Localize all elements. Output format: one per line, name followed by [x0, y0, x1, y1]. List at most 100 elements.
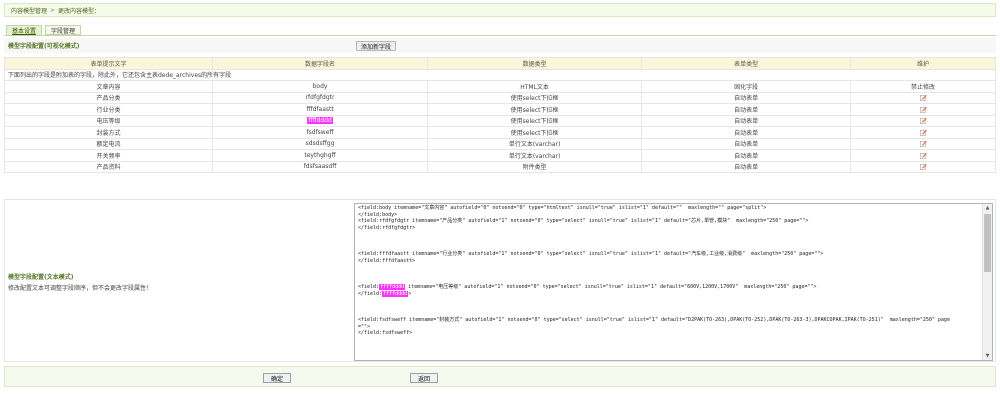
table-row: 产品分类 rfdfgfdgtr 使用select下拉框 自动表单	[3, 91, 996, 104]
edit-icon[interactable]	[919, 129, 927, 136]
cell-no-edit: 禁止修改	[850, 80, 996, 93]
edit-icon[interactable]	[919, 117, 927, 125]
edit-icon[interactable]	[919, 152, 927, 159]
column-header-label: 表单提示文字	[3, 57, 214, 70]
cell-datatype: 单行文本(varchar)	[426, 137, 643, 150]
highlighted-field-name: ffffdddd	[379, 284, 406, 291]
cell-formtype: 自动表单	[641, 149, 852, 162]
breadcrumb-link-model-manage[interactable]: 内容模型管理	[11, 6, 47, 15]
code-line: </field:ffffdddd>	[358, 290, 979, 298]
cell-label: 封装方式	[3, 126, 214, 139]
cell-field: fsdfsweff	[212, 126, 428, 139]
breadcrumb-current: 更改内容模型：	[58, 7, 101, 15]
cell-datatype: HTML文本	[426, 80, 643, 93]
scroll-up-arrow-icon[interactable]: ▲	[983, 204, 992, 212]
cell-label: 产品分类	[3, 91, 214, 104]
cell-formtype: 自动表单	[641, 160, 852, 173]
scroll-down-arrow-icon[interactable]: ▼	[983, 352, 992, 360]
code-text: >	[408, 290, 412, 297]
cell-field: fdsfsaasdff	[212, 160, 428, 173]
cell-edit	[850, 126, 996, 139]
column-header-field: 数据字段名	[212, 57, 428, 70]
cell-field: sdsdsffgg	[212, 137, 428, 150]
cell-label: 开关频率	[3, 149, 214, 162]
text-mode-label: 模型字段配置(文本模式) 修改配置文本可调整字段顺序，但不会更改字段属性！	[8, 272, 348, 292]
back-button[interactable]: 返回	[410, 373, 439, 383]
table-row: 电压等级 ffffdddd 使用select下拉框 自动表单	[3, 114, 996, 127]
cell-edit	[850, 160, 996, 173]
cell-formtype: 自动表单	[641, 103, 852, 116]
cell-formtype: 自动表单	[641, 91, 852, 104]
cell-field: rfdfgfdgtr	[212, 91, 428, 104]
tab-bar: 基本设置 字段管理	[6, 25, 82, 35]
code-line: <field:ffffdddd itemname="电压等级" autofiel…	[358, 284, 979, 291]
cell-label: 文章内容	[3, 80, 214, 93]
code-text: itemname="电压等级" autofield="1" notsend="0…	[405, 284, 817, 291]
text-mode-section: 模型字段配置(文本模式) 修改配置文本可调整字段顺序，但不会更改字段属性！ <f…	[4, 199, 996, 362]
edit-icon[interactable]	[919, 106, 927, 113]
tab-basic-settings[interactable]: 基本设置	[6, 25, 43, 35]
cell-label: 额定电流	[3, 137, 214, 150]
text-mode-title: 模型字段配置(文本模式)	[8, 274, 74, 281]
visual-mode-title: 模型字段配置(可视化模式)	[8, 43, 80, 50]
cell-datatype: 使用select下拉框	[426, 126, 643, 139]
form-footer: 确定 返回	[4, 366, 996, 387]
scroll-thumb[interactable]	[984, 214, 991, 272]
cell-label: 行业分类	[3, 103, 214, 116]
text-mode-description: 修改配置文本可调整字段顺序，但不会更改字段属性！	[8, 285, 153, 292]
cell-formtype: 自动表单	[641, 126, 852, 139]
table-row: 额定电流 sdsdsffgg 单行文本(varchar) 自动表单	[3, 137, 996, 150]
table-row: 产品资料 fdsfsaasdff 附件类型 自动表单	[3, 160, 996, 173]
cell-formtype: 自动表单	[641, 137, 852, 150]
code-text: <field:	[358, 284, 380, 291]
code-line: ="">	[358, 323, 371, 330]
breadcrumb: 内容模型管理 > 更改内容模型：	[4, 3, 996, 17]
code-text: </field:	[358, 290, 383, 297]
code-line: <field:body itemname="文章内容" autofield="0…	[358, 205, 767, 211]
tab-divider	[4, 35, 996, 36]
cell-label: 电压等级	[3, 114, 214, 127]
cell-datatype: 使用select下拉框	[426, 114, 643, 127]
code-line: <field:rfdfgfdgtr itemname="产品分类" autofi…	[358, 218, 809, 225]
code-line: </field:fffdfaastt>	[358, 257, 416, 264]
cell-field: ffffdddd	[212, 114, 428, 127]
edit-icon[interactable]	[919, 140, 927, 148]
confirm-button[interactable]: 确定	[263, 373, 292, 383]
cell-field: body	[212, 80, 428, 93]
cell-edit	[850, 91, 996, 104]
tab-field-management[interactable]: 字段管理	[45, 25, 82, 35]
cell-formtype: 自动表单	[641, 114, 852, 127]
table-row: 行业分类 fffdfaastt 使用select下拉框 自动表单	[3, 103, 996, 116]
highlighted-field-name: ffffdddd	[382, 290, 409, 297]
code-line: <field:fffdfaastt itemname="行业分类" autofi…	[358, 251, 824, 258]
cell-label: 产品资料	[3, 160, 214, 173]
column-header-formtype: 表单类型	[641, 57, 852, 70]
cell-edit	[850, 137, 996, 150]
textarea-scrollbar[interactable]: ▲ ▼	[982, 204, 992, 360]
table-note: 下面列出的字段是附加表的字段，除此外，它还包含主表dede_archives的所…	[4, 68, 996, 81]
edit-icon[interactable]	[919, 94, 927, 102]
cell-datatype: 附件类型	[426, 160, 643, 173]
column-header-datatype: 数据类型	[426, 57, 643, 70]
fields-table: 表单提示文字 数据字段名 数据类型 表单类型 维护 下面列出的字段是附加表的字段…	[3, 57, 996, 173]
cell-edit	[850, 103, 996, 116]
cell-edit	[850, 149, 996, 162]
code-line: <field:fsdfsweff itemname="封装方式" autofie…	[358, 317, 950, 324]
cell-field: teythghgff	[212, 149, 428, 162]
table-row: 封装方式 fsdfsweff 使用select下拉框 自动表单	[3, 126, 996, 139]
add-field-button[interactable]: 添加新字段	[356, 41, 397, 51]
table-row: 开关频率 teythghgff 单行文本(varchar) 自动表单	[3, 149, 996, 162]
field-config-textarea[interactable]: <field:body itemname="文章内容" autofield="0…	[354, 203, 993, 361]
cell-edit	[850, 114, 996, 127]
breadcrumb-separator: >	[50, 6, 56, 14]
cell-field: fffdfaastt	[212, 103, 428, 116]
table-note-row: 下面列出的字段是附加表的字段，除此外，它还包含主表dede_archives的所…	[4, 68, 996, 81]
cell-datatype: 单行文本(varchar)	[426, 149, 643, 162]
edit-icon[interactable]	[919, 163, 927, 171]
highlighted-field-name: ffffdddd	[307, 117, 333, 125]
